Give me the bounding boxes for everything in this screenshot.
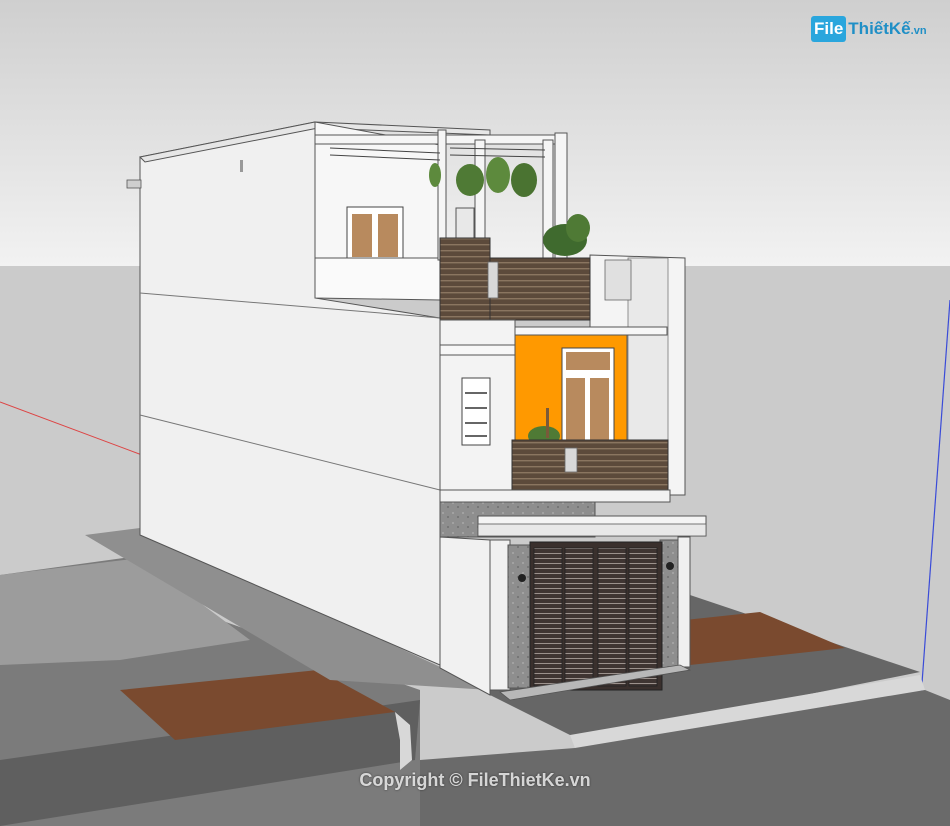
roof-terrace-floor: [314, 257, 441, 301]
balcony-door-right: [590, 378, 609, 442]
roof-room-window-left: [352, 214, 372, 257]
side-window: [461, 377, 491, 446]
balcony-door-left: [566, 378, 585, 442]
balcony-planter: [511, 439, 669, 495]
logo-domain-suffix: .vn: [910, 25, 927, 37]
second-floor-ledge: [439, 344, 519, 356]
logo-file-badge: File: [811, 16, 847, 42]
roof-side-vent: [604, 259, 632, 301]
sketchup-render: File ThiếtKế .vn Copyright © FileThietKe…: [0, 0, 950, 826]
ground-pillar-left: [489, 539, 511, 691]
stone-pillar-left: [507, 544, 533, 689]
roof-vent-grille: [487, 261, 499, 299]
roof-door: [455, 207, 475, 239]
ground-side-wall-low: [439, 536, 491, 696]
awning-fascia: [477, 523, 707, 537]
copyright-watermark: Copyright © FileThietKe.vn: [359, 770, 591, 790]
gutter: [126, 179, 142, 189]
roof-balcony-planter: [439, 237, 491, 321]
balcony-door-transom: [566, 352, 610, 370]
logo-wordmark: ThiếtKế: [848, 19, 911, 38]
vent-pipe: [240, 160, 243, 172]
townhouse-3d-model: [0, 0, 950, 826]
upper-canopy: [514, 326, 668, 336]
brand-logo: File ThiếtKế .vn: [811, 14, 927, 44]
balcony-vent: [564, 447, 578, 473]
balcony-slab: [439, 489, 671, 503]
ground-pillar-right: [677, 536, 691, 668]
roof-balcony-rail: [489, 257, 591, 321]
roof-room-window-right: [378, 214, 398, 257]
